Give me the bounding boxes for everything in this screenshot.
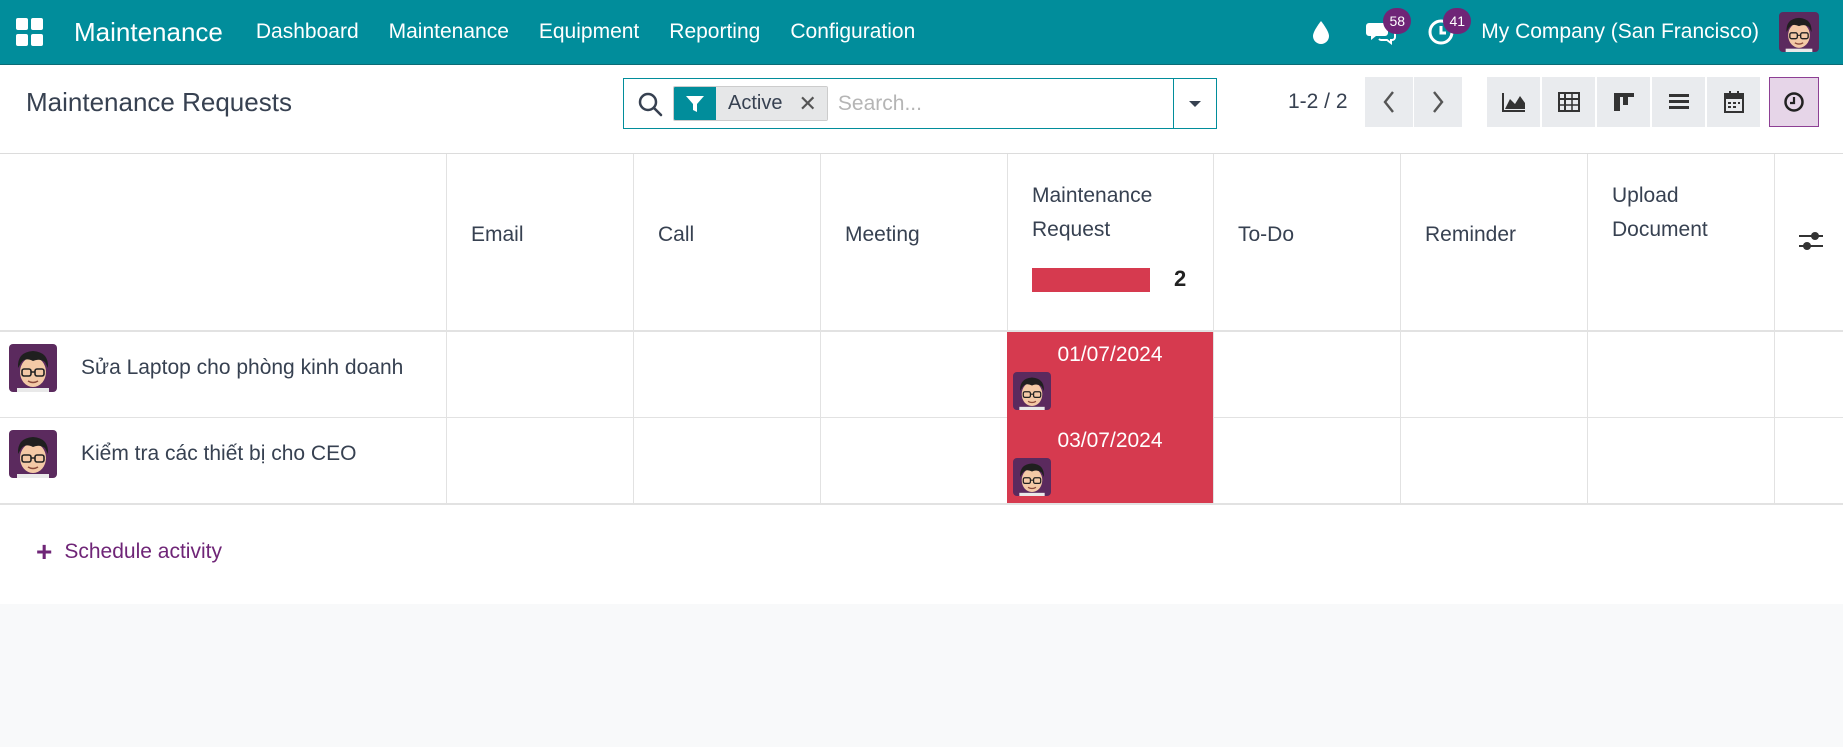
- view-kanban-button[interactable]: [1597, 77, 1651, 127]
- caret-down-icon: [1189, 100, 1201, 107]
- apps-menu-icon[interactable]: [16, 18, 44, 46]
- search-icon[interactable]: [637, 91, 663, 117]
- view-pivot-button[interactable]: [1542, 77, 1596, 127]
- overdue-activity-cell[interactable]: 03/07/2024: [1007, 418, 1213, 504]
- droplet-icon[interactable]: [1305, 16, 1337, 48]
- active-filter-facet: Active ✕: [673, 86, 828, 121]
- chevron-right-icon: [1433, 91, 1444, 113]
- record-name[interactable]: Sửa Laptop cho phòng kinh doanh: [81, 356, 403, 380]
- settings-sliders-icon[interactable]: [1797, 226, 1825, 256]
- column-email[interactable]: Email: [446, 154, 633, 331]
- pager-value[interactable]: 1-2 / 2: [1288, 90, 1348, 114]
- nav-configuration[interactable]: Configuration: [775, 20, 930, 44]
- schedule-activity-label: Schedule activity: [64, 540, 222, 563]
- nav-maintenance[interactable]: Maintenance: [374, 20, 524, 44]
- column-label: To-Do: [1238, 223, 1295, 246]
- column-label: Reminder: [1425, 223, 1517, 246]
- column-meeting[interactable]: Meeting: [820, 154, 1007, 331]
- table-row[interactable]: Sửa Laptop cho phòng kinh doanh 01/07/20…: [0, 332, 1843, 418]
- messages-icon[interactable]: 58: [1365, 8, 1412, 48]
- avatar: [1013, 458, 1051, 496]
- activity-clock-icon[interactable]: 41: [1425, 8, 1472, 48]
- activity-view: Email Call Meeting Maintenance Request 2…: [0, 154, 1843, 604]
- avatar: [9, 344, 57, 392]
- column-todo[interactable]: To-Do: [1213, 154, 1400, 331]
- view-activity-button[interactable]: [1769, 77, 1819, 127]
- control-panel: Maintenance Requests Active ✕ 1-2 / 2: [0, 64, 1843, 154]
- app-title[interactable]: Maintenance: [74, 17, 223, 48]
- chevron-left-icon: [1383, 91, 1394, 113]
- avatar: [9, 430, 57, 478]
- search-input[interactable]: [827, 81, 1173, 126]
- top-navbar: Maintenance Dashboard Maintenance Equipm…: [0, 0, 1843, 64]
- column-label: Meeting: [845, 223, 920, 246]
- facet-label: Active: [728, 92, 783, 114]
- filter-icon: [674, 87, 716, 120]
- table-grid-icon: [1557, 92, 1580, 112]
- area-chart-icon: [1501, 93, 1525, 112]
- clock-icon: [1784, 92, 1804, 112]
- calendar-icon: [1723, 91, 1744, 113]
- nav-dashboard[interactable]: Dashboard: [241, 20, 374, 44]
- overdue-progress-bar[interactable]: [1032, 268, 1150, 292]
- search-bar: Active ✕: [623, 78, 1217, 129]
- table-divider: [0, 503, 1843, 505]
- record-name[interactable]: Kiểm tra các thiết bị cho CEO: [81, 442, 356, 466]
- view-graph-button[interactable]: [1487, 77, 1541, 127]
- overdue-activity-cell[interactable]: 01/07/2024: [1007, 332, 1213, 418]
- activity-count: 2: [1174, 266, 1187, 291]
- column-label: Call: [658, 223, 695, 246]
- schedule-activity-button[interactable]: + Schedule activity: [36, 536, 222, 567]
- plus-icon: +: [36, 536, 53, 567]
- remove-facet-icon[interactable]: ✕: [798, 91, 816, 117]
- table-row[interactable]: Kiểm tra các thiết bị cho CEO 03/07/2024: [0, 418, 1843, 504]
- kanban-icon: [1613, 93, 1634, 111]
- column-call[interactable]: Call: [633, 154, 820, 331]
- pager-next-button[interactable]: [1414, 77, 1462, 127]
- column-label: Email: [471, 223, 524, 246]
- company-switcher[interactable]: My Company (San Francisco): [1481, 20, 1759, 44]
- activity-date: 03/07/2024: [1057, 429, 1163, 452]
- view-calendar-button[interactable]: [1707, 77, 1761, 127]
- column-label: Upload Document: [1612, 184, 1708, 241]
- column-maintenance-request[interactable]: Maintenance Request 2: [1007, 154, 1213, 331]
- column-label: Maintenance Request: [1032, 184, 1153, 241]
- list-icon: [1668, 94, 1689, 109]
- nav-reporting[interactable]: Reporting: [654, 20, 775, 44]
- user-avatar[interactable]: [1779, 12, 1819, 52]
- messages-badge: 58: [1383, 8, 1412, 34]
- view-list-button[interactable]: [1652, 77, 1706, 127]
- pager-previous-button[interactable]: [1365, 77, 1413, 127]
- column-upload-document[interactable]: Upload Document: [1587, 154, 1774, 331]
- activity-date: 01/07/2024: [1057, 343, 1163, 366]
- page-title[interactable]: Maintenance Requests: [26, 87, 292, 118]
- search-options-toggle[interactable]: [1173, 79, 1216, 128]
- activities-badge: 41: [1443, 8, 1472, 34]
- column-reminder[interactable]: Reminder: [1400, 154, 1587, 331]
- avatar: [1013, 372, 1051, 410]
- nav-equipment[interactable]: Equipment: [524, 20, 654, 44]
